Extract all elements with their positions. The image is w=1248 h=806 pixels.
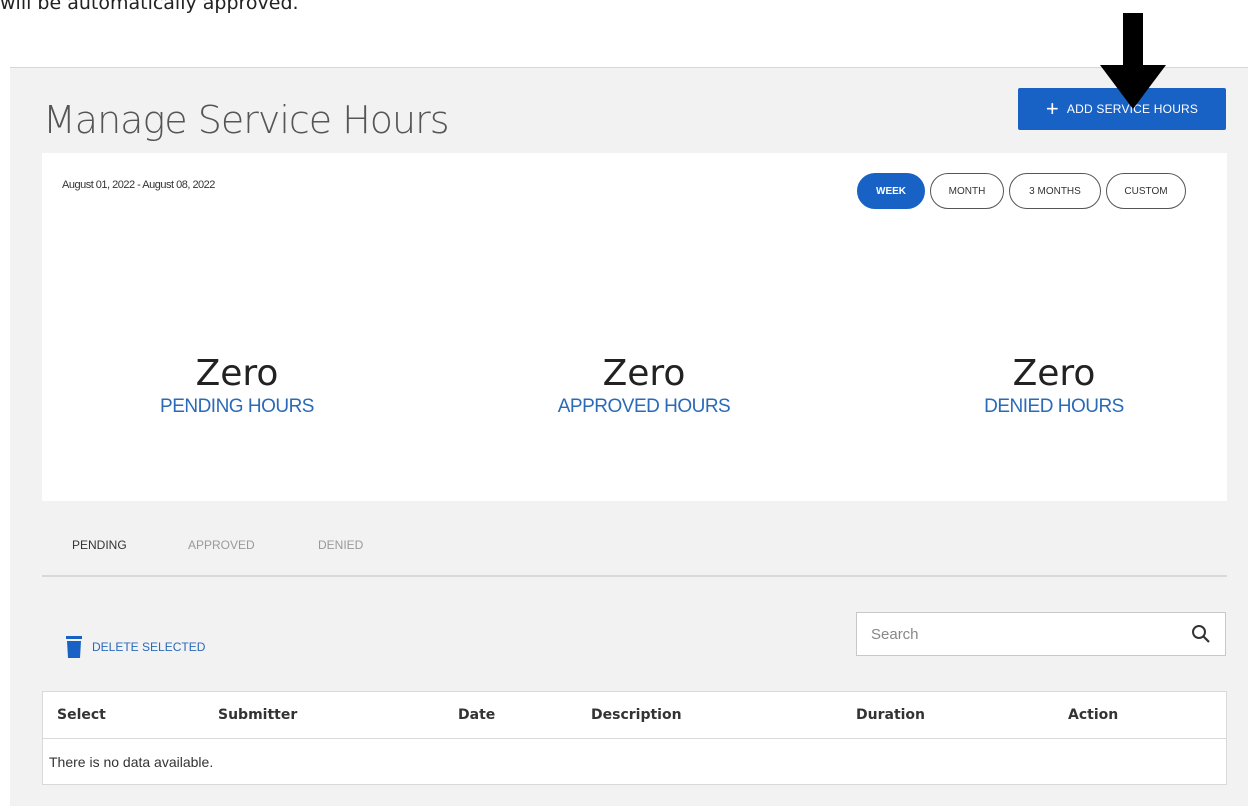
intro-text: will be automatically approved. [0, 0, 299, 14]
table-header-row: Select Submitter Date Description Durati… [43, 692, 1226, 739]
trash-icon [66, 636, 82, 658]
tab-pending[interactable]: PENDING [72, 538, 127, 552]
stat-label: PENDING HOURS [160, 396, 314, 417]
date-range: August 01, 2022 - August 08, 2022 [62, 179, 215, 191]
tab-approved[interactable]: APPROVED [188, 538, 255, 552]
summary-card: August 01, 2022 - August 08, 2022 WEEK M… [42, 153, 1227, 501]
range-tab-custom[interactable]: CUSTOM [1106, 173, 1186, 209]
column-header-description[interactable]: Description [591, 707, 682, 723]
delete-selected-label: DELETE SELECTED [92, 640, 206, 654]
column-header-duration[interactable]: Duration [856, 707, 925, 723]
delete-selected-button[interactable]: DELETE SELECTED [66, 636, 205, 658]
column-header-action[interactable]: Action [1068, 707, 1118, 723]
stat-value: Zero [195, 353, 279, 394]
stat-pending: Zero PENDING HOURS [87, 353, 387, 419]
table-empty-message: There is no data available. [49, 753, 214, 770]
stat-approved: Zero APPROVED HOURS [494, 353, 794, 419]
plus-icon: + [1045, 96, 1059, 121]
search-box [856, 612, 1226, 656]
service-hours-table: Select Submitter Date Description Durati… [42, 691, 1227, 785]
stat-value: Zero [602, 353, 686, 394]
tab-denied[interactable]: DENIED [318, 538, 363, 552]
stat-label: APPROVED HOURS [557, 396, 731, 417]
range-tab-month[interactable]: MONTH [930, 173, 1004, 209]
manage-service-hours-panel: Manage Service Hours + ADD SERVICE HOURS… [10, 13, 1248, 806]
range-tabs: WEEK MONTH 3 MONTHS CUSTOM [857, 173, 1186, 209]
stat-value: Zero [1012, 353, 1096, 394]
search-icon[interactable] [1191, 624, 1211, 644]
stat-label: DENIED HOURS [984, 396, 1124, 417]
range-tab-week[interactable]: WEEK [857, 173, 925, 209]
column-header-select[interactable]: Select [57, 707, 106, 723]
page-title: Manage Service Hours [43, 98, 450, 142]
column-header-date[interactable]: Date [458, 707, 495, 723]
search-input[interactable] [871, 625, 1191, 643]
column-header-submitter[interactable]: Submitter [218, 707, 297, 723]
range-tab-3-months[interactable]: 3 MONTHS [1009, 173, 1101, 209]
down-arrow-annotation [1100, 13, 1166, 109]
status-tabs: PENDING APPROVED DENIED [42, 532, 1227, 577]
stat-denied: Zero DENIED HOURS [904, 353, 1204, 419]
